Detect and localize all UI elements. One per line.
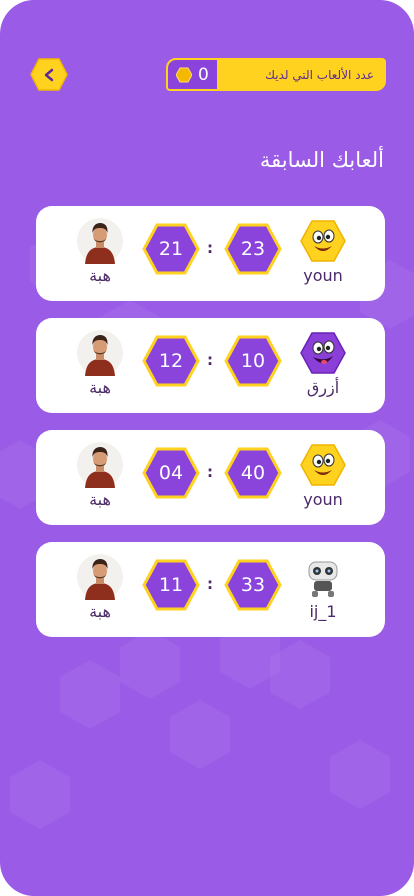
- screen: عدد الألعاب التي لديك 0 ألعابك السابقة y…: [0, 0, 414, 896]
- person-avatar-icon: [77, 442, 123, 488]
- score-separator: :: [207, 463, 213, 481]
- game-card[interactable]: youn 40 : 04 هبة: [36, 430, 385, 525]
- right-player: أزرق: [293, 330, 353, 397]
- right-player-name: أزرق: [306, 378, 340, 397]
- back-button[interactable]: [30, 58, 68, 91]
- left-player-avatar: [77, 554, 123, 600]
- left-player: هبة: [70, 442, 130, 509]
- right-player-name: youn: [303, 266, 343, 285]
- games-count-value: 0: [198, 64, 209, 85]
- left-player-name: هبة: [89, 602, 111, 621]
- right-score: 40: [224, 447, 282, 499]
- game-card[interactable]: ij_1 33 : 11 هبة: [36, 542, 385, 637]
- yellow-emoji-avatar-icon: [300, 444, 346, 486]
- right-player-avatar: [300, 330, 346, 376]
- left-player: هبة: [70, 554, 130, 621]
- left-player-name: هبة: [89, 490, 111, 509]
- yellow-emoji-avatar-icon: [300, 220, 346, 262]
- page-title: ألعابك السابقة: [259, 148, 384, 172]
- games-count-label: عدد الألعاب التي لديك: [216, 60, 384, 89]
- right-player-name: youn: [303, 490, 343, 509]
- score-separator: :: [207, 351, 213, 369]
- coin-icon: [176, 67, 192, 82]
- games-count-box: 0: [168, 60, 217, 89]
- right-score-value: 23: [240, 238, 266, 260]
- left-player-avatar: [77, 330, 123, 376]
- left-score: 11: [142, 559, 200, 611]
- chevron-left-icon: [44, 68, 54, 81]
- right-player-avatar: [300, 218, 346, 264]
- left-score-value: 11: [158, 574, 184, 596]
- right-player: ij_1: [293, 554, 353, 621]
- right-player-avatar: [300, 442, 346, 488]
- left-score-value: 04: [158, 462, 184, 484]
- right-score: 33: [224, 559, 282, 611]
- left-score-value: 21: [158, 238, 184, 260]
- right-player: youn: [293, 442, 353, 509]
- right-player-avatar: [300, 554, 346, 600]
- right-score: 10: [224, 335, 282, 387]
- game-card[interactable]: أزرق 10 : 12 هبة: [36, 318, 385, 413]
- left-player-avatar: [77, 218, 123, 264]
- score-separator: :: [207, 575, 213, 593]
- left-player-avatar: [77, 442, 123, 488]
- left-player-name: هبة: [89, 266, 111, 285]
- right-score-value: 10: [240, 350, 266, 372]
- right-score-value: 40: [240, 462, 266, 484]
- left-score: 12: [142, 335, 200, 387]
- right-score: 23: [224, 223, 282, 275]
- left-score: 04: [142, 447, 200, 499]
- right-score-value: 33: [240, 574, 266, 596]
- person-avatar-icon: [77, 554, 123, 600]
- left-player-name: هبة: [89, 378, 111, 397]
- left-score-value: 12: [158, 350, 184, 372]
- left-score: 21: [142, 223, 200, 275]
- robot-avatar-icon: [308, 561, 338, 597]
- left-player: هبة: [70, 330, 130, 397]
- game-card[interactable]: youn 23 : 21 هبة: [36, 206, 385, 301]
- right-player-name: ij_1: [309, 602, 337, 621]
- score-separator: :: [207, 239, 213, 257]
- left-player: هبة: [70, 218, 130, 285]
- right-player: youn: [293, 218, 353, 285]
- games-count-badge: عدد الألعاب التي لديك 0: [166, 58, 386, 91]
- purple-emoji-avatar-icon: [300, 332, 346, 374]
- person-avatar-icon: [77, 218, 123, 264]
- person-avatar-icon: [77, 330, 123, 376]
